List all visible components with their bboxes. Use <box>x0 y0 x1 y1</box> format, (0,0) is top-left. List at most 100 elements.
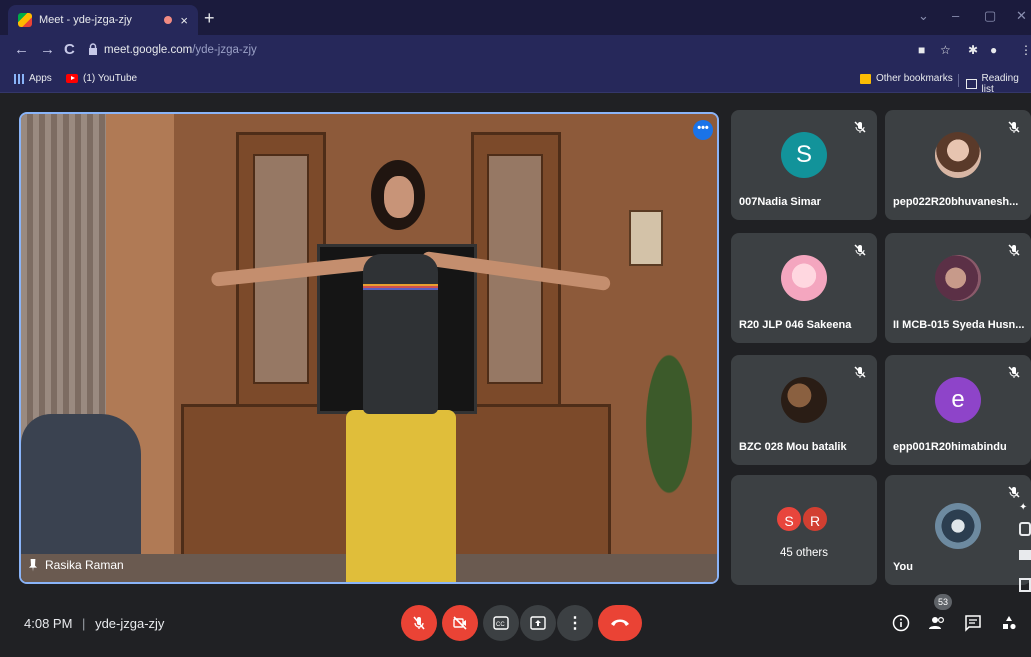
mic-off-icon <box>854 121 866 133</box>
video-plant <box>629 344 709 544</box>
camera-toggle-button[interactable] <box>442 605 478 641</box>
bookmark-youtube[interactable]: (1) YouTube <box>66 73 137 84</box>
participant-name: You <box>893 561 913 573</box>
participants-button[interactable] <box>926 612 948 634</box>
participant-tile[interactable]: II MCB-015 Syeda Husn... <box>885 233 1031 343</box>
mic-toggle-button[interactable] <box>401 605 437 641</box>
bookmark-star-icon[interactable]: ☆ <box>940 43 951 57</box>
mic-off-icon <box>854 244 866 256</box>
apps-grid-icon <box>14 73 24 84</box>
participant-avatar <box>935 503 981 549</box>
others-tile[interactable]: S R 45 others <box>731 475 877 585</box>
mic-off-icon <box>1008 121 1020 133</box>
participant-name: BZC 028 Mou batalik <box>739 441 847 453</box>
side-tools-strip: ✦ <box>1017 502 1031 612</box>
url-text: meet.google.com/yde-jzga-zjy <box>104 44 257 56</box>
tab-title: Meet - yde-jzga-zjy <box>39 14 132 26</box>
activities-button[interactable] <box>998 612 1020 634</box>
people-icon <box>929 616 945 629</box>
folder-icon <box>860 73 871 84</box>
new-tab-button[interactable]: + <box>204 8 215 29</box>
bookmarks-bar: Apps (1) YouTube Other bookmarks Reading… <box>0 67 1031 95</box>
forward-arrow-icon[interactable]: → <box>40 41 55 58</box>
reading-list-icon <box>966 79 977 89</box>
bookmarks-divider <box>958 74 959 87</box>
participant-tile[interactable]: e epp001R20himabindu <box>885 355 1031 465</box>
participant-name: pep022R20bhuvanesh... <box>893 196 1019 208</box>
mic-off-icon <box>1008 486 1020 498</box>
minimize-icon[interactable]: – <box>952 8 959 23</box>
participant-tile[interactable]: S 007Nadia Simar <box>731 110 877 220</box>
bookmark-apps[interactable]: Apps <box>14 73 52 84</box>
participant-avatar: S <box>781 132 827 178</box>
more-vert-icon: ⋮ <box>567 615 583 632</box>
others-count: 45 others <box>780 547 828 559</box>
info-icon <box>892 614 910 632</box>
video-picture-frame <box>629 210 663 266</box>
present-button[interactable] <box>520 605 556 641</box>
camera-off-icon <box>453 616 467 630</box>
leave-call-button[interactable] <box>598 605 642 641</box>
meeting-code: yde-jzga-zjy <box>95 616 165 631</box>
back-arrow-icon[interactable]: ← <box>14 41 29 58</box>
video-person-torso <box>363 254 438 414</box>
pin-icon <box>29 558 37 572</box>
mic-off-icon <box>1008 366 1020 378</box>
browser-toolbar: ← → C meet.google.com/yde-jzga-zjy ■ ☆ ✱… <box>0 35 1031 67</box>
mic-off-icon <box>1008 244 1020 256</box>
address-bar[interactable]: meet.google.com/yde-jzga-zjy <box>88 39 908 63</box>
extensions-icon[interactable]: ✱ <box>968 43 978 57</box>
meet-stage: ••• Rasika Raman S 007Nadia Simar pep022… <box>0 94 1031 657</box>
bookmark-reading-list[interactable]: Reading list <box>966 73 1031 95</box>
chat-button[interactable] <box>962 612 984 634</box>
meet-favicon-icon <box>18 13 32 27</box>
participant-avatar <box>935 132 981 178</box>
participant-avatar <box>781 377 827 423</box>
tab-search-icon[interactable]: ⌄ <box>918 8 929 24</box>
grid-side-icon[interactable] <box>1019 550 1031 560</box>
captions-icon: CC <box>493 616 509 630</box>
maximize-icon[interactable]: ▢ <box>984 8 996 24</box>
pin-side-icon[interactable]: ✦ <box>1019 502 1031 514</box>
main-video-tile[interactable]: ••• Rasika Raman <box>19 112 719 584</box>
image-side-icon[interactable] <box>1019 578 1031 592</box>
mic-off-icon <box>854 366 866 378</box>
self-tile[interactable]: You <box>885 475 1031 585</box>
main-participant-label: Rasika Raman <box>29 558 124 572</box>
browser-tab-strip: Meet - yde-jzga-zjy × + ⌄ – ▢ ✕ <box>0 0 1031 35</box>
activities-icon <box>1003 616 1016 630</box>
capture-side-icon[interactable] <box>1019 522 1031 536</box>
participant-tile[interactable]: BZC 028 Mou batalik <box>731 355 877 465</box>
meeting-details-button[interactable] <box>890 612 912 634</box>
tab-close-button[interactable]: × <box>180 13 188 28</box>
meeting-time: 4:08 PM <box>24 616 73 631</box>
others-avatar: S <box>775 505 803 533</box>
svg-text:CC: CC <box>496 622 505 628</box>
participant-avatar <box>781 255 827 301</box>
browser-tab-meet[interactable]: Meet - yde-jzga-zjy × <box>8 5 198 35</box>
profile-avatar[interactable]: ● <box>990 43 997 57</box>
camera-indicator-icon[interactable]: ■ <box>918 43 925 57</box>
participant-tile[interactable]: R20 JLP 046 Sakeena <box>731 233 877 343</box>
mic-off-icon <box>413 616 425 630</box>
participant-name: R20 JLP 046 Sakeena <box>739 319 852 331</box>
present-icon <box>530 616 546 630</box>
captions-button[interactable]: CC <box>483 605 519 641</box>
reload-icon[interactable]: C <box>64 41 75 58</box>
browser-menu-icon[interactable]: ⋮ <box>1020 43 1031 57</box>
participant-name: epp001R20himabindu <box>893 441 1007 453</box>
window-close-icon[interactable]: ✕ <box>1016 8 1027 24</box>
youtube-icon <box>66 74 78 83</box>
meeting-info: 4:08 PM | yde-jzga-zjy <box>24 616 165 631</box>
lock-icon <box>89 43 97 55</box>
participant-name: 007Nadia Simar <box>739 196 821 208</box>
more-actions-button[interactable]: ⋮ <box>557 605 593 641</box>
hang-up-icon <box>611 619 629 626</box>
others-avatar: R <box>801 505 829 533</box>
main-participant-name: Rasika Raman <box>45 558 124 572</box>
participants-count-badge: 53 <box>934 594 952 610</box>
participant-tile[interactable]: pep022R20bhuvanesh... <box>885 110 1031 220</box>
bookmark-other[interactable]: Other bookmarks <box>860 73 953 84</box>
recording-dot-icon <box>164 16 173 24</box>
more-options-button[interactable]: ••• <box>693 120 713 140</box>
